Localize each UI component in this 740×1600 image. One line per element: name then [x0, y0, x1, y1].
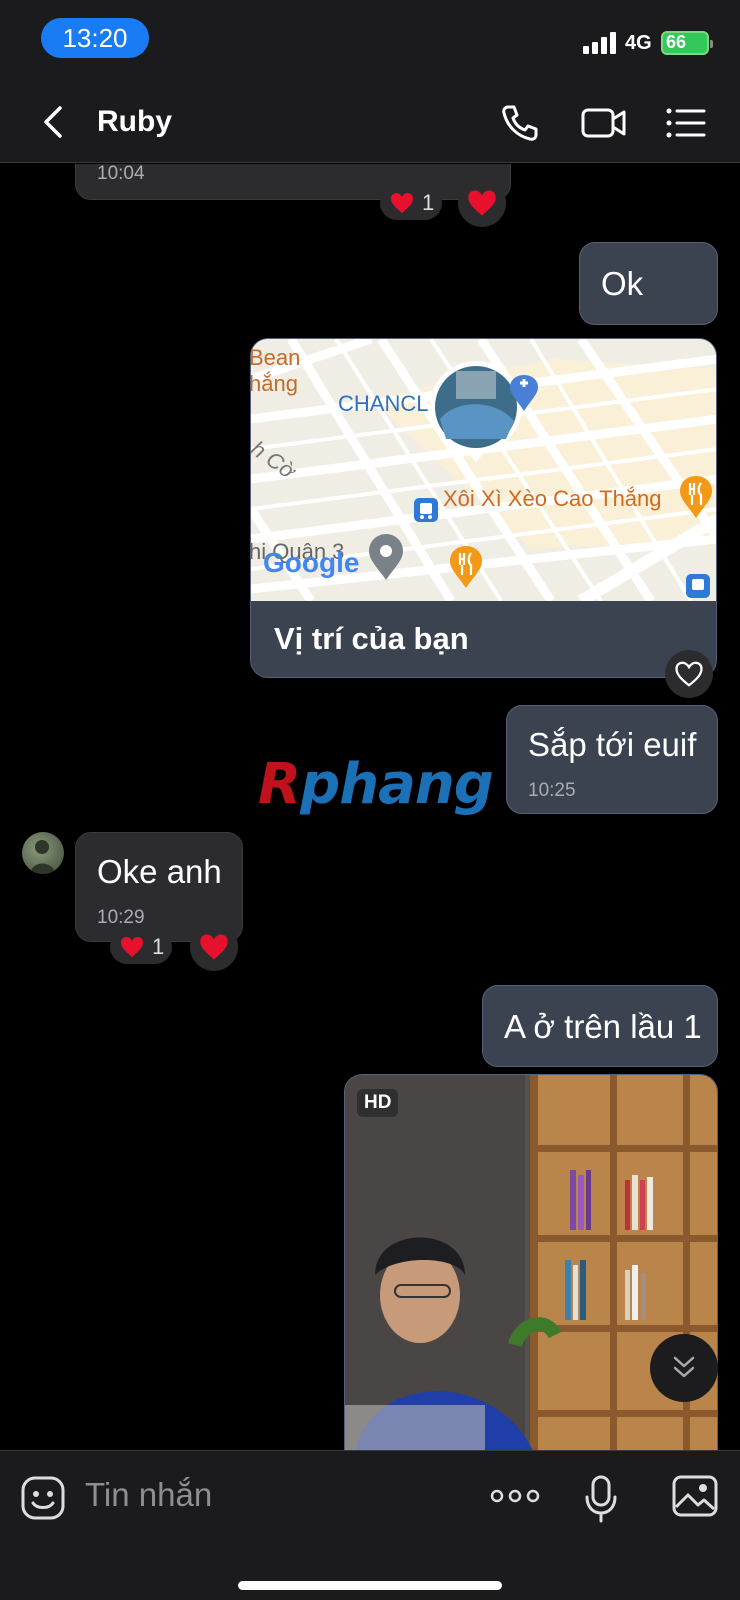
message-list[interactable]: 10:04 1 Ok Bean hắng CHANCL h Cờ Xôi Xì …	[0, 164, 740, 1450]
bus-stop-icon	[686, 574, 710, 598]
restaurant-pin-icon	[450, 546, 482, 588]
microphone-icon	[585, 1475, 617, 1523]
location-caption-bar: Vị trí của bạn	[251, 601, 716, 677]
watermark-logo: Rphang	[258, 752, 494, 817]
voice-call-button[interactable]	[498, 101, 542, 145]
back-button[interactable]	[36, 104, 72, 140]
more-options-button[interactable]	[490, 1485, 540, 1507]
heart-icon	[391, 193, 413, 213]
avatar-image	[30, 840, 56, 874]
double-chevron-down-icon	[673, 1356, 695, 1378]
react-button[interactable]	[665, 650, 713, 698]
chevron-left-icon	[44, 106, 62, 138]
menu-button[interactable]	[664, 101, 708, 145]
home-indicator	[238, 1581, 502, 1590]
outgoing-message-bubble[interactable]: Ok	[579, 242, 718, 325]
message-time: 10:04	[97, 164, 145, 184]
message-composer: Tin nhắn	[0, 1450, 740, 1600]
video-camera-icon	[581, 108, 626, 138]
google-logo: Google	[263, 547, 360, 578]
message-time: 10:29	[97, 907, 145, 928]
signal-icon	[583, 32, 619, 54]
map-label: CHANCL	[338, 391, 429, 416]
message-input[interactable]: Tin nhắn	[85, 1476, 212, 1514]
heart-outline-icon	[675, 661, 703, 687]
react-heart-button[interactable]	[190, 923, 238, 971]
location-message-card[interactable]: Bean hắng CHANCL h Cờ Xôi Xì Xèo Cao Thắ…	[250, 338, 717, 678]
message-text: Sắp tới euif	[528, 726, 697, 763]
contact-avatar[interactable]	[22, 832, 64, 874]
phone-icon	[502, 105, 538, 141]
incoming-message-bubble[interactable]: 10:04	[75, 164, 511, 200]
contact-name[interactable]: Ruby	[97, 105, 172, 139]
map-marker-icon	[369, 534, 403, 580]
battery-icon: 66	[661, 31, 713, 55]
outgoing-message-bubble[interactable]: Sắp tới euif 10:25	[506, 705, 718, 814]
heart-icon	[468, 190, 496, 216]
reaction-count: 1	[422, 190, 435, 215]
chat-header: Ruby	[0, 80, 740, 163]
heart-icon	[200, 934, 228, 960]
hd-badge: HD	[357, 1089, 399, 1117]
message-text: Ok	[601, 265, 644, 302]
react-heart-button[interactable]	[458, 179, 506, 227]
map-label: Bean	[251, 345, 301, 370]
status-bar: 13:20 4G 66	[0, 0, 740, 80]
restaurant-pin-icon	[680, 476, 712, 518]
emoji-icon	[21, 1476, 65, 1520]
location-caption: Vị trí của bạn	[274, 621, 469, 656]
battery-level: 66	[666, 32, 687, 52]
bus-stop-icon	[414, 498, 438, 522]
message-text: A ở trên lầu 1	[504, 1008, 702, 1045]
sticker-button[interactable]	[20, 1475, 66, 1521]
more-dots-icon	[490, 1489, 540, 1503]
status-time: 13:20	[41, 18, 149, 58]
reaction-count-pill[interactable]: 1	[380, 186, 442, 220]
gallery-button[interactable]	[672, 1475, 718, 1517]
map-preview[interactable]: Bean hắng CHANCL h Cờ Xôi Xì Xèo Cao Thắ…	[251, 339, 716, 601]
image-icon	[672, 1475, 718, 1517]
scroll-to-bottom-button[interactable]	[650, 1334, 718, 1402]
reaction-count-pill[interactable]: 1	[110, 930, 172, 964]
list-menu-icon	[666, 108, 706, 138]
network-type: 4G	[625, 32, 652, 54]
map-label: hắng	[251, 371, 298, 396]
message-time: 10:25	[528, 780, 576, 801]
voice-record-button[interactable]	[584, 1475, 618, 1523]
map-label: Xôi Xì Xèo Cao Thắng	[443, 486, 662, 511]
video-call-button[interactable]	[580, 101, 626, 145]
heart-icon	[121, 937, 143, 957]
reaction-count: 1	[152, 934, 165, 959]
hospital-pin-icon	[510, 375, 538, 411]
outgoing-message-bubble[interactable]: A ở trên lầu 1	[482, 985, 718, 1067]
message-text: Oke anh	[97, 853, 222, 890]
